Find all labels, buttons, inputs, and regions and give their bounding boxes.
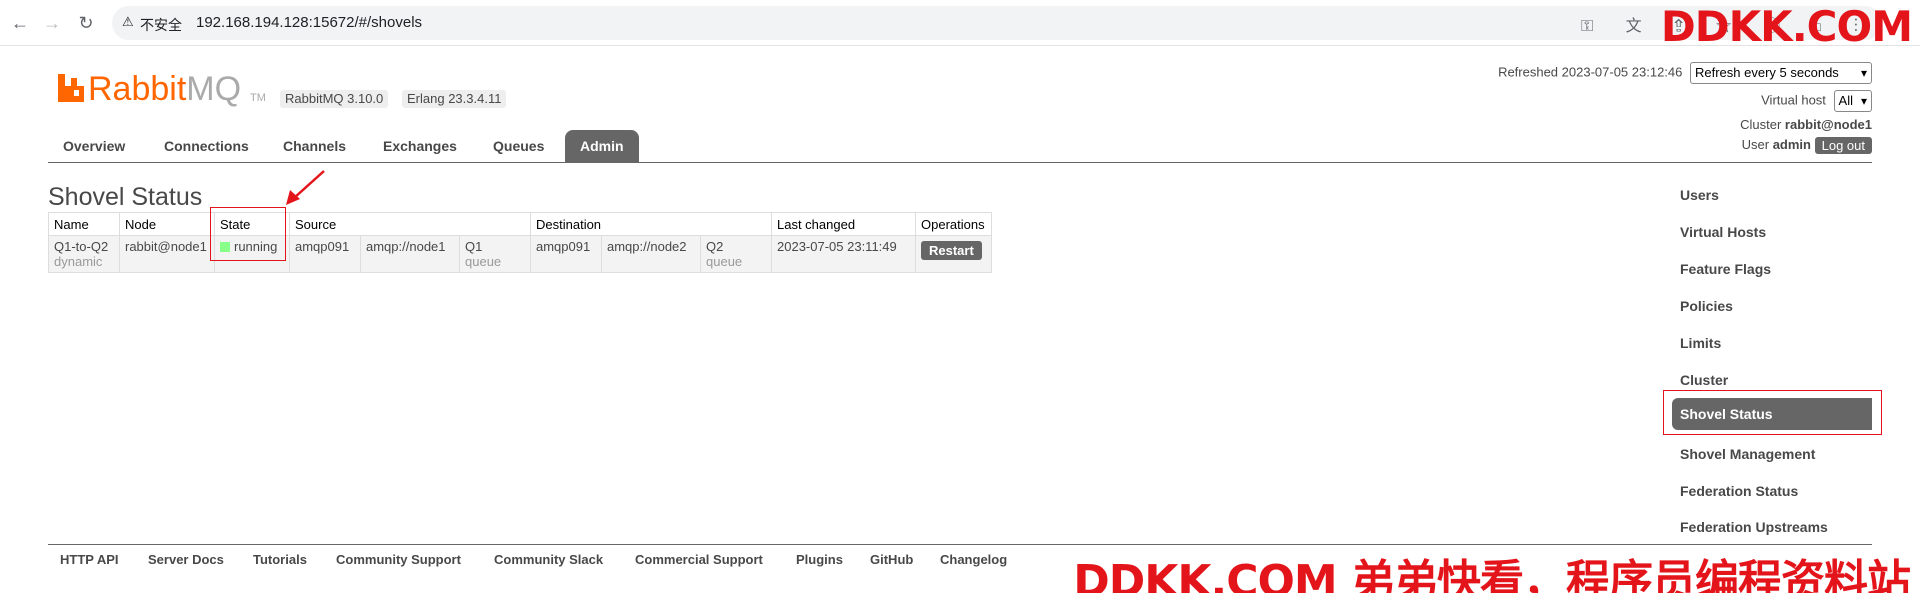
page-title: Shovel Status <box>48 183 203 211</box>
tab-queues[interactable]: Queues <box>478 130 559 163</box>
sidebar-item-policies[interactable]: Policies <box>1672 291 1872 321</box>
cluster-row: Cluster rabbit@node1 <box>1740 117 1872 132</box>
user-row: User admin Log out <box>1741 137 1872 155</box>
footer-link-community-slack[interactable]: Community Slack <box>494 552 603 567</box>
cell-dest-uri: amqp://node2 <box>601 235 701 273</box>
sidebar-item-feature-flags[interactable]: Feature Flags <box>1672 254 1872 284</box>
tab-channels[interactable]: Channels <box>268 130 361 163</box>
tab-admin[interactable]: Admin <box>565 130 639 163</box>
footer-link-server-docs[interactable]: Server Docs <box>148 552 224 567</box>
refreshed-label: Refreshed 2023-07-05 23:12:46 <box>1498 64 1683 80</box>
footer-link-tutorials[interactable]: Tutorials <box>253 552 307 567</box>
col-destination[interactable]: Destination <box>530 212 772 236</box>
refresh-row: Refreshed 2023-07-05 23:12:46 Refresh ev… <box>1498 62 1872 84</box>
footer-link-http-api[interactable]: HTTP API <box>60 552 119 567</box>
erlang-version: Erlang 23.3.4.11 <box>402 90 507 108</box>
watermark-top: DDKK.COM <box>1660 2 1913 51</box>
virtual-host-label: Virtual host <box>1761 92 1826 108</box>
shovel-type: dynamic <box>54 254 103 269</box>
refresh-select[interactable]: Refresh every 5 seconds <box>1690 62 1872 84</box>
sidebar-item-federation-status[interactable]: Federation Status <box>1672 476 1872 506</box>
footer-link-changelog[interactable]: Changelog <box>940 552 1007 567</box>
logo-tm: TM <box>250 92 266 104</box>
annotation-arrow-icon <box>286 170 325 205</box>
forward-icon[interactable]: → <box>40 11 64 35</box>
tab-divider <box>48 162 1872 163</box>
watermark-bottom: DDKK.COM 弟弟快看，程序员编程资料站 <box>1073 556 1911 593</box>
sidebar-item-federation-upstreams[interactable]: Federation Upstreams <box>1672 512 1872 542</box>
shovel-name[interactable]: Q1-to-Q2 <box>54 239 108 254</box>
footer-link-github[interactable]: GitHub <box>870 552 913 567</box>
cell-src-uri: amqp://node1 <box>360 235 460 273</box>
sidebar-item-shovel-management[interactable]: Shovel Management <box>1672 439 1872 469</box>
logo-mq-text: MQ <box>186 70 242 108</box>
footer-link-community-support[interactable]: Community Support <box>336 552 461 567</box>
cluster-label: Cluster <box>1740 117 1782 132</box>
sidebar-item-shovel-status[interactable]: Shovel Status <box>1672 398 1872 430</box>
rabbit-logo-icon <box>58 74 84 102</box>
security-label: 不安全 <box>140 17 182 33</box>
footer-link-commercial-support[interactable]: Commercial Support <box>635 552 763 567</box>
back-icon[interactable]: ← <box>8 11 32 35</box>
browser-toolbar: ← → ↻ ⚠ 不安全 192.168.194.128:15672/#/shov… <box>0 0 1920 51</box>
footer-link-plugins[interactable]: Plugins <box>796 552 843 567</box>
tab-overview[interactable]: Overview <box>48 130 140 163</box>
col-last-changed[interactable]: Last changed <box>771 212 916 236</box>
tab-connections[interactable]: Connections <box>149 130 264 163</box>
tab-exchanges[interactable]: Exchanges <box>368 130 472 163</box>
table-header-row: Name Node State Source Destination Last … <box>48 212 992 236</box>
warning-icon: ⚠ <box>122 14 134 29</box>
annotation-box-state <box>210 207 286 261</box>
cell-src-protocol: amqp091 <box>289 235 361 273</box>
sidebar-item-limits[interactable]: Limits <box>1672 328 1872 358</box>
cell-node: rabbit@node1 <box>119 235 215 273</box>
vhost-row: Virtual host All <box>1761 90 1872 112</box>
sidebar-item-cluster[interactable]: Cluster <box>1672 365 1872 395</box>
sidebar-item-users[interactable]: Users <box>1672 180 1872 210</box>
address-bar[interactable]: ⚠ 不安全 192.168.194.128:15672/#/shovels ⚿ … <box>112 6 1882 40</box>
virtual-host-select[interactable]: All <box>1833 90 1872 112</box>
logo-rabbit-text: Rabbit <box>88 70 187 108</box>
table-row: Q1-to-Q2 dynamic rabbit@node1 running am… <box>48 235 992 273</box>
col-source[interactable]: Source <box>289 212 531 236</box>
cell-dest-protocol: amqp091 <box>530 235 602 273</box>
col-node[interactable]: Node <box>119 212 215 236</box>
reload-icon[interactable]: ↻ <box>74 11 98 35</box>
col-name[interactable]: Name <box>48 212 120 236</box>
cell-last-changed: 2023-07-05 23:11:49 <box>771 235 916 273</box>
cell-name[interactable]: Q1-to-Q2 dynamic <box>48 235 120 273</box>
col-operations: Operations <box>915 212 992 236</box>
cluster-value: rabbit@node1 <box>1784 117 1872 132</box>
restart-button[interactable]: Restart <box>921 241 982 260</box>
user-label: User <box>1741 137 1770 152</box>
user-value: admin <box>1772 137 1811 152</box>
shovel-status-table: Name Node State Source Destination Last … <box>48 212 992 273</box>
cell-dest-queue: Q2 queue <box>700 235 772 273</box>
sidebar-item-virtual-hosts[interactable]: Virtual Hosts <box>1672 217 1872 247</box>
cell-src-queue: Q1 queue <box>459 235 531 273</box>
url-text[interactable]: 192.168.194.128:15672/#/shovels <box>196 14 422 31</box>
cell-operations: Restart <box>915 235 992 273</box>
logout-button[interactable]: Log out <box>1814 137 1872 155</box>
rabbitmq-version: RabbitMQ 3.10.0 <box>280 90 389 108</box>
